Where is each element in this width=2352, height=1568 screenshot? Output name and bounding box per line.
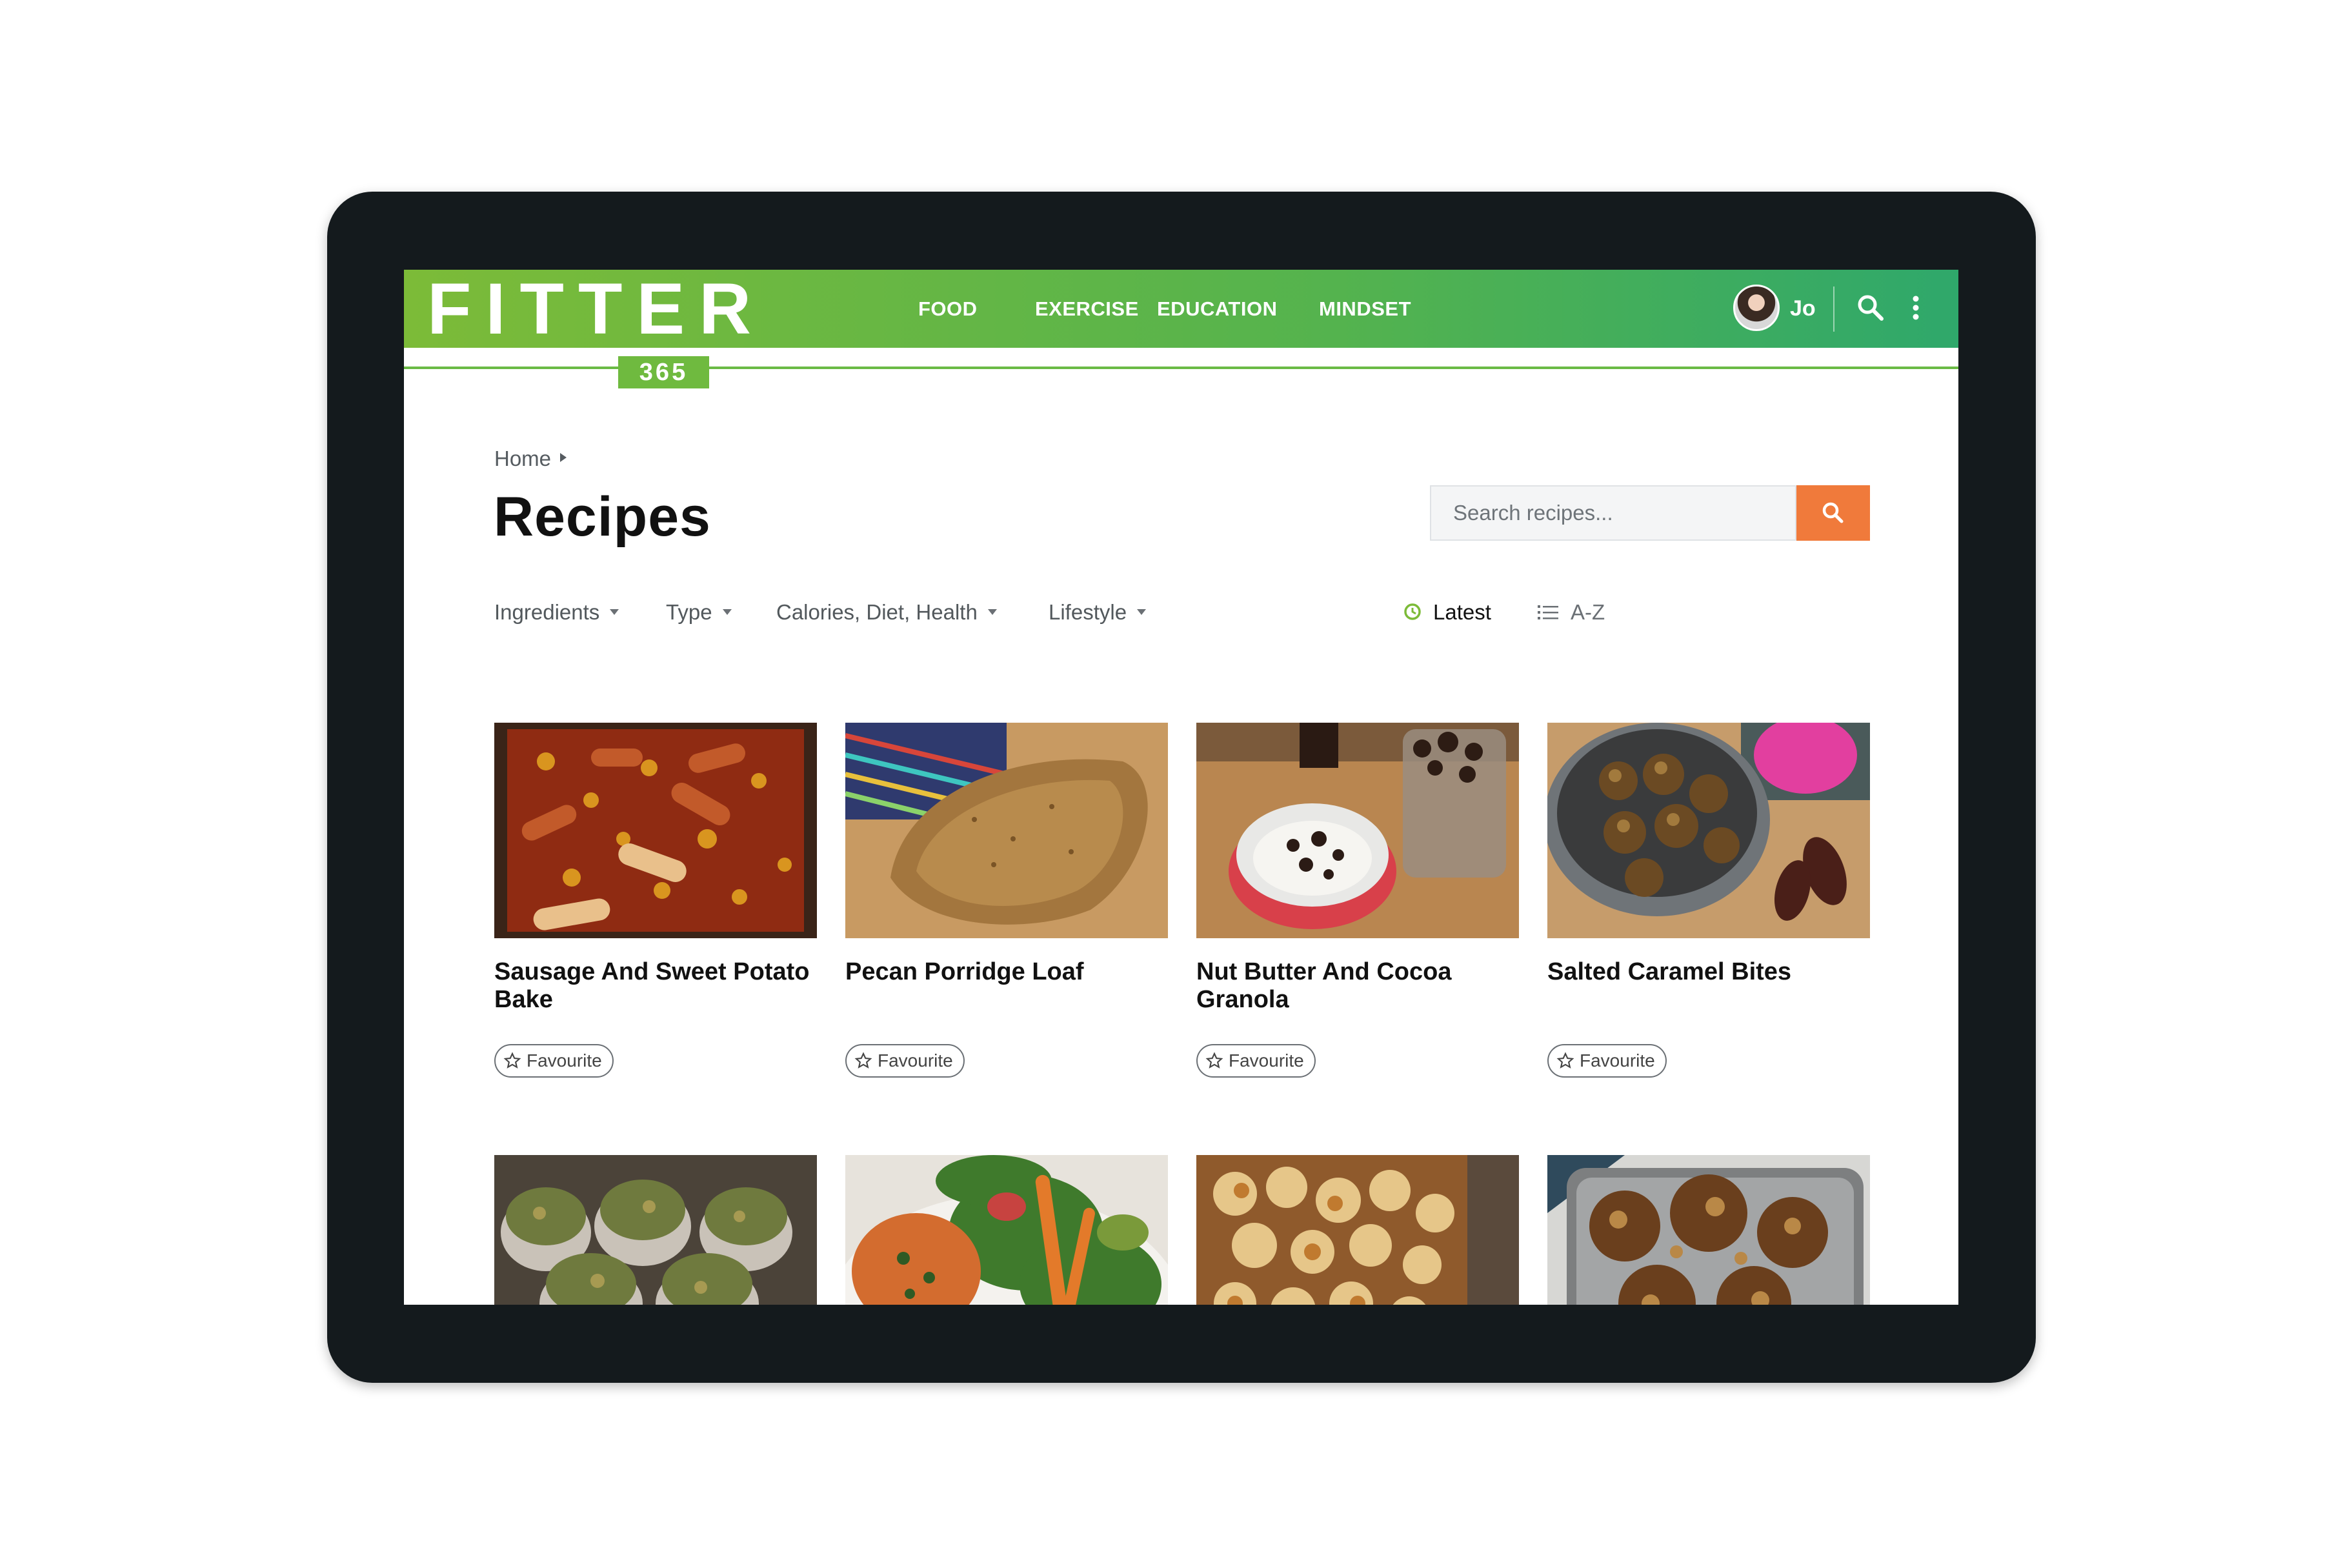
logo-wordmark[interactable]: FITTER — [427, 273, 765, 345]
page-title: Recipes — [494, 486, 711, 548]
nav-food[interactable]: FOOD — [918, 270, 978, 348]
logo-badge: 365 — [618, 356, 709, 388]
search-field — [1430, 485, 1796, 541]
favourite-button[interactable]: Favourite — [1547, 1044, 1667, 1078]
user-avatar[interactable] — [1733, 285, 1780, 331]
favourite-label: Favourite — [1580, 1050, 1655, 1070]
caret-down-icon — [610, 608, 619, 615]
more-vertical-icon[interactable] — [1906, 292, 1925, 324]
user-name[interactable]: Jo — [1790, 270, 1816, 348]
recipe-title[interactable]: Nut Butter And Cocoa Granola — [1196, 958, 1519, 1014]
star-icon — [503, 1052, 521, 1069]
recipe-title[interactable]: Pecan Porridge Loaf — [845, 958, 1168, 986]
star-icon — [854, 1052, 872, 1069]
recipe-image[interactable] — [1196, 723, 1519, 938]
app-screen: FITTER FOOD EXERCISE EDUCATION MINDSET J… — [404, 270, 1958, 1305]
favourite-label: Favourite — [878, 1050, 953, 1070]
breadcrumb-arrow-icon — [560, 453, 567, 462]
favourite-button[interactable]: Favourite — [845, 1044, 965, 1078]
recipe-title[interactable]: Salted Caramel Bites — [1547, 958, 1870, 986]
recipe-image[interactable] — [1547, 1155, 1870, 1305]
recipe-image[interactable] — [494, 723, 817, 938]
search-input[interactable] — [1431, 487, 1795, 539]
search-icon — [1822, 502, 1844, 523]
caret-down-icon — [1137, 608, 1147, 615]
top-nav: FITTER FOOD EXERCISE EDUCATION MINDSET J… — [404, 270, 1958, 348]
filter-label: Type — [666, 600, 712, 624]
sort-az-label: A-Z — [1571, 600, 1605, 624]
nav-exercise[interactable]: EXERCISE — [1035, 270, 1139, 348]
favourite-button[interactable]: Favourite — [494, 1044, 614, 1078]
filter-label: Calories, Diet, Health — [776, 600, 978, 624]
filter-calories-diet-health[interactable]: Calories, Diet, Health — [776, 600, 997, 625]
recipe-image[interactable] — [494, 1155, 817, 1305]
star-icon — [1556, 1052, 1574, 1069]
filter-label: Ingredients — [494, 600, 600, 624]
star-icon — [1205, 1052, 1223, 1069]
favourite-label: Favourite — [527, 1050, 602, 1070]
sort-latest-label: Latest — [1433, 600, 1491, 624]
favourite-label: Favourite — [1229, 1050, 1304, 1070]
filter-type[interactable]: Type — [666, 600, 732, 625]
caret-down-icon — [722, 608, 732, 615]
recipe-image[interactable] — [845, 723, 1168, 938]
recipe-image[interactable] — [845, 1155, 1168, 1305]
breadcrumb-home[interactable]: Home — [494, 447, 551, 471]
search-icon[interactable] — [1854, 292, 1887, 324]
caret-down-icon — [987, 608, 997, 615]
recipe-title[interactable]: Sausage And Sweet Potato Bake — [494, 958, 817, 1014]
clock-icon — [1404, 603, 1421, 620]
favourite-button[interactable]: Favourite — [1196, 1044, 1316, 1078]
list-icon — [1538, 605, 1558, 619]
sort-latest[interactable]: Latest — [1404, 600, 1491, 625]
sort-az[interactable]: A-Z — [1538, 600, 1605, 625]
recipe-image[interactable] — [1547, 723, 1870, 938]
search-button[interactable] — [1796, 485, 1870, 541]
filter-lifestyle[interactable]: Lifestyle — [1049, 600, 1147, 625]
recipe-image[interactable] — [1196, 1155, 1519, 1305]
nav-mindset[interactable]: MINDSET — [1319, 270, 1411, 348]
nav-divider — [1833, 286, 1834, 332]
filter-label: Lifestyle — [1049, 600, 1127, 624]
nav-education[interactable]: EDUCATION — [1157, 270, 1277, 348]
filter-ingredients[interactable]: Ingredients — [494, 600, 619, 625]
